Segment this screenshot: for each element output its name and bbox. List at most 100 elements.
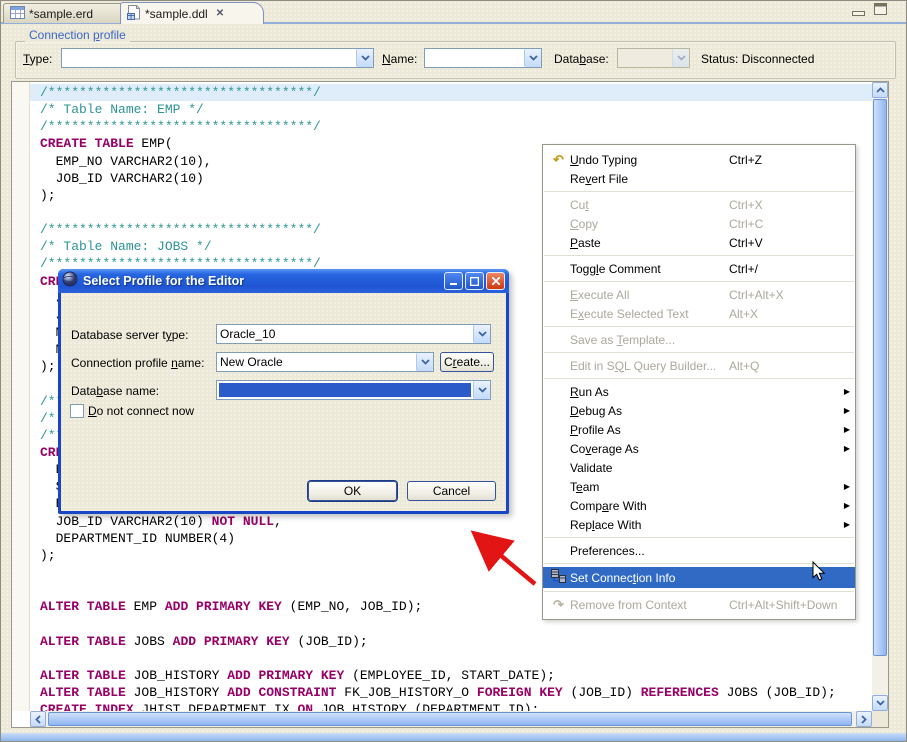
ok-button[interactable]: OK — [308, 481, 397, 501]
menu-separator — [543, 560, 855, 567]
close-icon[interactable]: ✕ — [216, 8, 224, 19]
menu-separator — [543, 349, 855, 356]
database-label: Database: — [554, 52, 609, 66]
scroll-right-icon[interactable] — [856, 711, 872, 727]
tab-label: *sample.ddl — [145, 7, 208, 21]
server-type-combo[interactable]: Oracle_10 — [216, 324, 491, 344]
cancel-button[interactable]: Cancel — [407, 481, 496, 501]
menu-item-label: Compare With — [570, 499, 729, 513]
do-not-connect-checkbox[interactable] — [70, 404, 84, 418]
menu-item-undo-typing[interactable]: ↶Undo TypingCtrl+Z — [543, 150, 855, 169]
menu-item-label: Profile As — [570, 423, 729, 437]
menu-item-set-connection-info[interactable]: Set Connection Info — [543, 567, 855, 588]
minimize-view-icon[interactable] — [852, 5, 866, 23]
menu-item-label: Toggle Comment — [570, 262, 729, 276]
chevron-down-icon[interactable] — [473, 381, 490, 399]
menu-item-label: Edit in SQL Query Builder... — [570, 359, 729, 373]
profile-name-combo[interactable]: New Oracle — [216, 352, 434, 372]
code-line[interactable]: CREATE INDEX JHIST_DEPARTMENT_IX ON JOB_… — [30, 701, 872, 711]
menu-item-toggle-comment[interactable]: Toggle CommentCtrl+/ — [543, 259, 855, 278]
scrollbar-corner — [872, 711, 888, 727]
do-not-connect-label: Do not connect now — [88, 404, 194, 418]
dialog-minimize-icon[interactable] — [444, 272, 463, 290]
menu-item-shortcut: Ctrl+Alt+X — [729, 288, 838, 302]
submenu-arrow-icon: ▶ — [838, 501, 850, 510]
menu-separator — [543, 375, 855, 382]
submenu-arrow-icon: ▶ — [838, 406, 850, 415]
application-window: *sample.erd *sample.ddl ✕ Connection pro… — [0, 0, 907, 742]
menu-item-shortcut: Ctrl+/ — [729, 262, 838, 276]
code-line[interactable]: ALTER TABLE JOB_HISTORY ADD PRIMARY KEY … — [30, 667, 872, 684]
menu-item-run-as[interactable]: Run As▶ — [543, 382, 855, 401]
code-line[interactable]: ALTER TABLE JOB_HISTORY ADD CONSTRAINT F… — [30, 684, 872, 701]
menu-item-revert-file[interactable]: Revert File — [543, 169, 855, 188]
submenu-arrow-icon: ▶ — [838, 444, 850, 453]
dialog-close-icon[interactable] — [486, 272, 505, 290]
select-profile-dialog: Select Profile for the Editor Database s… — [58, 269, 509, 514]
type-combo[interactable] — [61, 48, 374, 68]
connection-status: Status: Disconnected — [701, 52, 814, 66]
menu-item-debug-as[interactable]: Debug As▶ — [543, 401, 855, 420]
submenu-arrow-icon: ▶ — [838, 482, 850, 491]
dialog-maximize-icon[interactable] — [465, 272, 484, 290]
scroll-down-icon[interactable] — [872, 695, 888, 711]
menu-item-shortcut: Ctrl+Z — [729, 153, 838, 167]
ddl-file-icon — [127, 5, 141, 23]
menu-item-validate[interactable]: Validate — [543, 458, 855, 477]
connection-profile-group-label: Connection profile — [25, 28, 130, 42]
code-line[interactable]: ALTER TABLE JOBS ADD PRIMARY KEY (JOB_ID… — [30, 633, 872, 650]
menu-item-shortcut: Ctrl+X — [729, 198, 838, 212]
menu-item-label: Remove from Context — [570, 598, 729, 612]
scroll-up-icon[interactable] — [872, 82, 888, 98]
chevron-down-icon[interactable] — [356, 49, 373, 67]
horizontal-scrollbar[interactable] — [30, 711, 872, 727]
db-name-selected-value — [219, 383, 471, 397]
submenu-arrow-icon: ▶ — [838, 520, 850, 529]
menu-item-cut: CutCtrl+X — [543, 195, 855, 214]
type-label: Type: — [23, 52, 52, 66]
code-line[interactable] — [30, 650, 872, 667]
vertical-scroll-thumb[interactable] — [873, 99, 887, 656]
create-button[interactable]: Create... — [440, 352, 494, 372]
menu-item-preferences[interactable]: Preferences... — [543, 541, 855, 560]
scroll-left-icon[interactable] — [30, 711, 46, 727]
menu-item-paste[interactable]: PasteCtrl+V — [543, 233, 855, 252]
maximize-view-icon[interactable] — [874, 3, 888, 21]
menu-item-shortcut: Alt+Q — [729, 359, 838, 373]
chevron-down-icon[interactable] — [416, 353, 433, 371]
submenu-arrow-icon: ▶ — [838, 387, 850, 396]
menu-item-compare-with[interactable]: Compare With ▶ — [543, 496, 855, 515]
menu-item-profile-as[interactable]: Profile As▶ — [543, 420, 855, 439]
code-line[interactable]: /* Table Name: EMP */ — [30, 101, 872, 118]
chevron-down-icon[interactable] — [524, 49, 541, 67]
annotation-ruler — [12, 82, 30, 711]
vertical-scrollbar[interactable] — [872, 82, 888, 711]
profile-name-value: New Oracle — [217, 355, 416, 369]
chevron-down-icon[interactable] — [473, 325, 490, 343]
name-combo[interactable] — [424, 48, 542, 68]
menu-separator — [543, 534, 855, 541]
menu-item-label: Revert File — [570, 172, 729, 186]
server-type-value: Oracle_10 — [217, 327, 473, 341]
tab-sample-erd[interactable]: *sample.erd — [3, 3, 131, 23]
menu-item-edit-in-sql-query-builder: Edit in SQL Query Builder...Alt+Q — [543, 356, 855, 375]
menu-separator — [543, 188, 855, 195]
menu-item-label: Validate — [570, 461, 729, 475]
database-combo — [617, 48, 690, 68]
remove-from-context-icon: ↷ — [547, 597, 570, 613]
code-line[interactable]: /**********************************/ — [30, 118, 872, 135]
db-name-combo[interactable] — [216, 380, 491, 400]
menu-item-team[interactable]: Team▶ — [543, 477, 855, 496]
dialog-titlebar[interactable]: Select Profile for the Editor — [58, 269, 509, 293]
menu-item-coverage-as[interactable]: Coverage As▶ — [543, 439, 855, 458]
set-connection-icon — [547, 569, 570, 586]
menu-separator — [543, 278, 855, 285]
dialog-app-icon — [62, 271, 78, 292]
tab-sample-ddl[interactable]: *sample.ddl ✕ — [120, 2, 264, 24]
menu-item-copy: CopyCtrl+C — [543, 214, 855, 233]
menu-separator — [543, 588, 855, 595]
code-line[interactable]: /**********************************/ — [30, 84, 872, 101]
chevron-down-icon — [672, 49, 689, 67]
menu-item-replace-with[interactable]: Replace With▶ — [543, 515, 855, 534]
horizontal-scroll-thumb[interactable] — [48, 712, 852, 726]
